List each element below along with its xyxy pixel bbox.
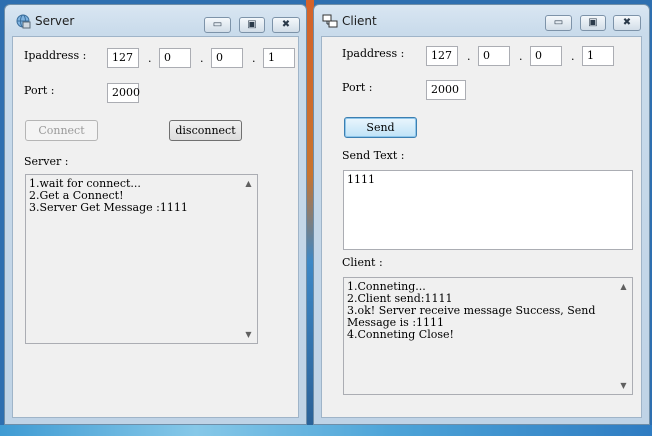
client-ip-octet-4[interactable]: 1	[582, 46, 614, 66]
send-text-value: 1111	[347, 173, 375, 186]
client-close-button[interactable]: ✖	[613, 15, 641, 31]
scroll-up-icon[interactable]: ▲	[615, 278, 632, 295]
scroll-down-icon[interactable]: ▼	[615, 377, 632, 394]
server-ip-octet-3[interactable]: 0	[211, 48, 243, 68]
client-log-line: 3.ok! Server receive message Success, Se…	[347, 304, 599, 329]
maximize-icon: ▣	[588, 17, 598, 28]
client-window-title: Client	[342, 14, 377, 28]
minimize-icon: ▭	[553, 17, 564, 28]
server-window-title: Server	[35, 14, 75, 28]
client-ip-octet-3[interactable]: 0	[530, 46, 562, 66]
server-close-button[interactable]: ✖	[272, 17, 300, 33]
server-log-label: Server :	[24, 155, 69, 168]
server-minimize-button[interactable]: ▭	[204, 17, 231, 33]
server-ip-octet-2[interactable]: 0	[159, 48, 191, 68]
client-log-textarea[interactable]: 1.Conneting... 2.Client send:1111 3.ok! …	[343, 277, 633, 395]
server-log-textarea[interactable]: 1.wait for connect... 2.Get a Connect! 3…	[25, 174, 258, 344]
client-titlebar[interactable]: Client ▭ ▣ ✖	[314, 5, 649, 37]
client-minimize-button[interactable]: ▭	[545, 15, 572, 31]
server-client-area: Ipaddress : 127 . 0 . 0 . 1 Port : 2000 …	[12, 36, 299, 418]
server-log-scrollbar[interactable]: ▲ ▼	[240, 175, 257, 343]
server-titlebar[interactable]: Server ▭ ▣ ✖	[5, 5, 306, 37]
client-port-label: Port :	[342, 81, 373, 94]
ip-separator: .	[200, 52, 204, 65]
server-app-icon	[15, 13, 31, 29]
taskbar-edge	[0, 425, 652, 436]
client-app-icon	[322, 13, 338, 29]
close-icon: ✖	[622, 17, 632, 28]
client-ip-label: Ipaddress :	[342, 47, 405, 60]
client-log-label: Client :	[342, 256, 383, 269]
client-client-area: Ipaddress : 127 . 0 . 0 . 1 Port : 2000 …	[321, 36, 642, 418]
server-ip-label: Ipaddress :	[24, 49, 87, 62]
server-window: Server ▭ ▣ ✖ Ipaddress : 127 . 0 . 0 . 1…	[4, 4, 307, 425]
connect-button[interactable]: Connect	[25, 120, 98, 141]
minimize-icon: ▭	[212, 19, 223, 30]
ip-separator: .	[467, 50, 471, 63]
maximize-icon: ▣	[247, 19, 257, 30]
server-port-input[interactable]: 2000	[107, 83, 140, 103]
server-maximize-button[interactable]: ▣	[239, 17, 265, 33]
client-ip-octet-2[interactable]: 0	[478, 46, 510, 66]
send-button[interactable]: Send	[344, 117, 417, 138]
client-window: Client ▭ ▣ ✖ Ipaddress : 127 . 0 . 0 . 1…	[313, 4, 650, 425]
send-text-input[interactable]: 1111	[343, 170, 633, 250]
server-log-line: 3.Server Get Message :1111	[29, 201, 188, 214]
client-port-input[interactable]: 2000	[426, 80, 466, 100]
scroll-down-icon[interactable]: ▼	[240, 326, 257, 343]
client-ip-octet-1[interactable]: 127	[426, 46, 458, 66]
ip-separator: .	[148, 52, 152, 65]
send-text-label: Send Text :	[342, 149, 405, 162]
ip-separator: .	[571, 50, 575, 63]
client-log-scrollbar[interactable]: ▲ ▼	[615, 278, 632, 394]
server-ip-octet-1[interactable]: 127	[107, 48, 139, 68]
disconnect-button[interactable]: disconnect	[169, 120, 242, 141]
close-icon: ✖	[281, 19, 291, 30]
server-port-label: Port :	[24, 84, 55, 97]
server-ip-octet-4[interactable]: 1	[263, 48, 295, 68]
client-maximize-button[interactable]: ▣	[580, 15, 606, 31]
client-log-line: 4.Conneting Close!	[347, 328, 454, 341]
ip-separator: .	[252, 52, 256, 65]
ip-separator: .	[519, 50, 523, 63]
scroll-up-icon[interactable]: ▲	[240, 175, 257, 192]
